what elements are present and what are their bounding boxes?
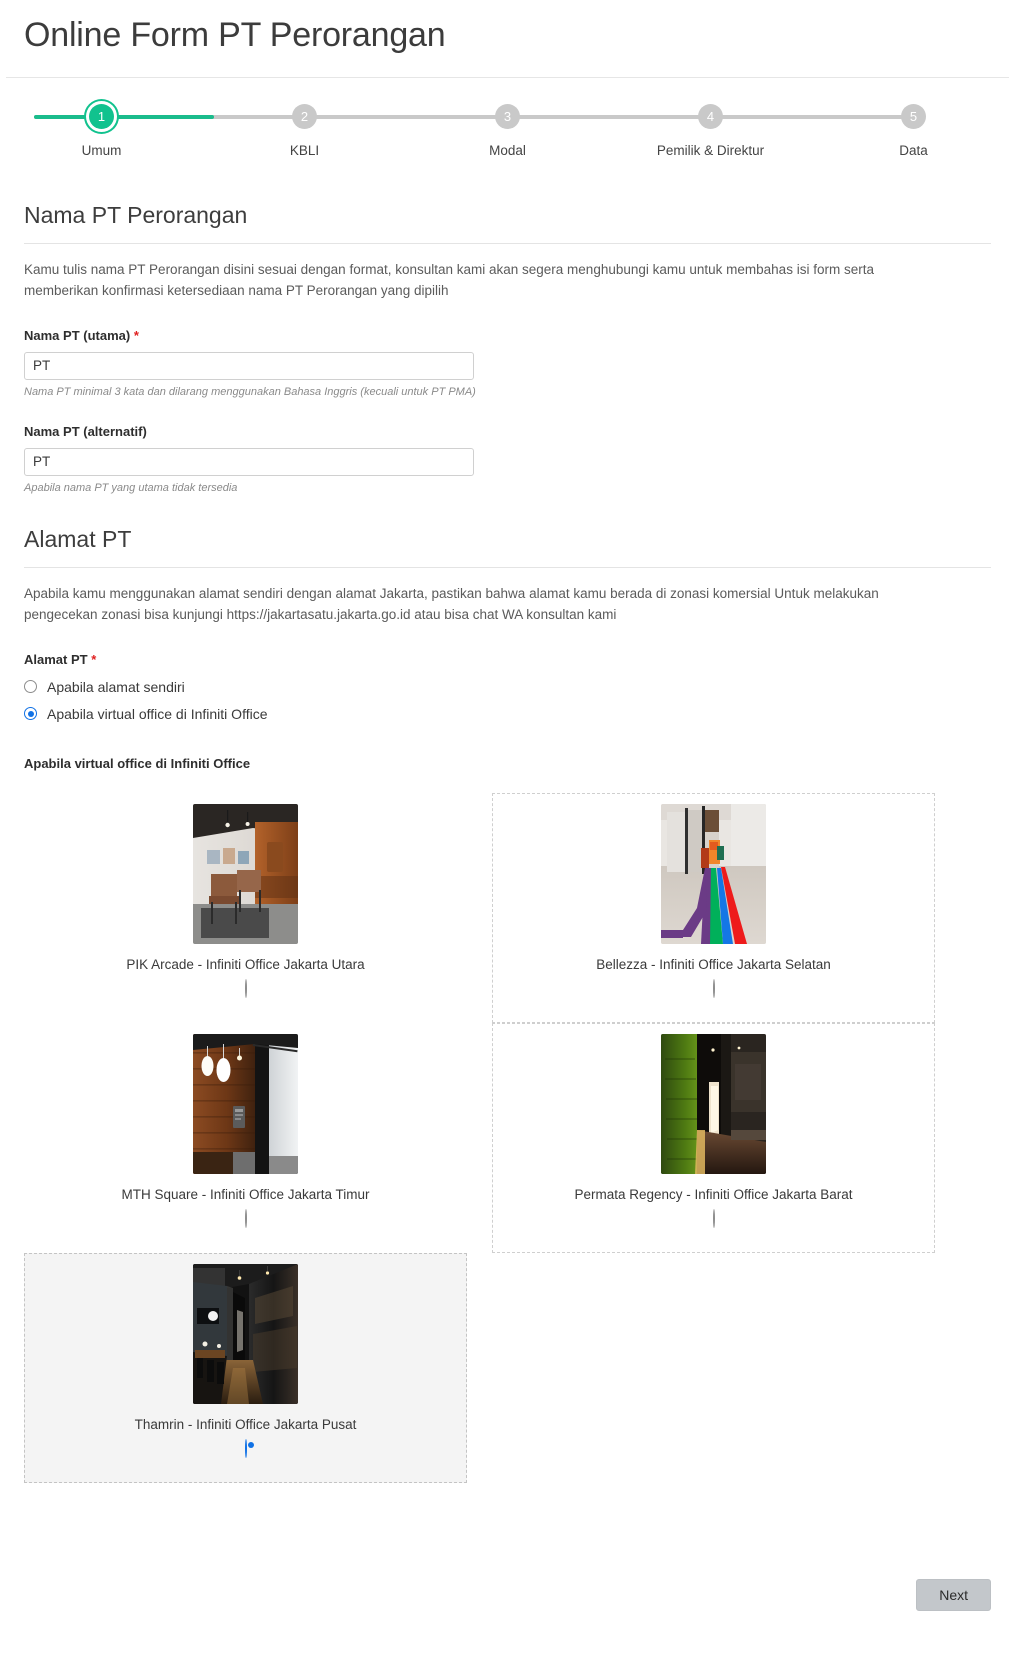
step-2-kbli[interactable]: 2 KBLI	[203, 94, 406, 170]
radio-icon[interactable]	[244, 1208, 247, 1228]
office-option-mth-square[interactable]: MTH Square - Infiniti Office Jakarta Tim…	[24, 1023, 467, 1253]
input-nama-pt-alternatif[interactable]	[24, 447, 474, 476]
radio-icon-checked[interactable]	[24, 707, 37, 721]
step-number: 2	[292, 104, 317, 129]
label-office-picker: Apabila virtual office di Infiniti Offic…	[24, 755, 251, 771]
label-nama-pt-utama: Nama PT (utama) *	[24, 328, 991, 343]
step-number: 1	[89, 104, 114, 129]
field-nama-pt-alternatif: Nama PT (alternatif) Apabila nama PT yan…	[24, 424, 991, 494]
label-alamat-pt: Alamat PT *	[24, 652, 991, 667]
office-option-label: Bellezza - Infiniti Office Jakarta Selat…	[596, 956, 831, 972]
step-1-umum[interactable]: 1 Umum	[0, 94, 203, 170]
radio-icon[interactable]	[244, 978, 247, 998]
section-divider	[24, 243, 991, 244]
field-nama-pt-utama: Nama PT (utama) * Nama PT minimal 3 kata…	[24, 328, 991, 398]
office-option-label: PIK Arcade - Infiniti Office Jakarta Uta…	[126, 956, 365, 972]
office-option-label: Permata Regency - Infiniti Office Jakart…	[574, 1186, 853, 1202]
office-option-radio-wrapper[interactable]	[244, 1438, 247, 1458]
next-button[interactable]: Next	[916, 1578, 991, 1611]
office-thumbnail-thamrin	[193, 1263, 298, 1404]
step-label: Umum	[81, 143, 122, 158]
section-title-nama-pt: Nama PT Perorangan	[24, 202, 248, 228]
radio-option-virtual-office[interactable]: Apabila virtual office di Infiniti Offic…	[24, 706, 991, 722]
field-alamat-pt: Alamat PT * Apabila alamat sendiri Apabi…	[24, 652, 991, 722]
step-5-data[interactable]: 5 Data	[812, 94, 1015, 170]
office-option-bellezza[interactable]: Bellezza - Infiniti Office Jakarta Selat…	[492, 792, 935, 1023]
progress-stepper: 1 Umum 2 KBLI 3 Modal 4 Pemilik & Direkt…	[0, 94, 1015, 170]
section-title-alamat-pt: Alamat PT	[24, 525, 132, 552]
radio-icon[interactable]	[712, 1208, 715, 1228]
label-text: Nama PT (utama)	[24, 327, 131, 343]
step-label: KBLI	[289, 143, 320, 158]
office-thumbnail-mth-square	[193, 1033, 298, 1174]
radio-icon[interactable]	[712, 978, 715, 998]
radio-icon-checked[interactable]	[244, 1438, 247, 1458]
form-page: Online Form PT Perorangan 1 Umum 2 KBLI …	[0, 0, 1015, 1647]
label-nama-pt-alternatif: Nama PT (alternatif)	[24, 423, 147, 439]
step-number: 3	[495, 104, 520, 129]
form-footer: Next	[0, 1578, 1015, 1647]
step-number: 4	[698, 104, 723, 129]
step-4-pemilik-direktur[interactable]: 4 Pemilik & Direktur	[609, 94, 812, 170]
office-option-radio-wrapper[interactable]	[712, 1208, 715, 1228]
label-text: Alamat PT	[24, 651, 88, 667]
step-3-modal[interactable]: 3 Modal	[406, 94, 609, 170]
radio-label: Apabila virtual office di Infiniti Offic…	[47, 705, 268, 722]
office-option-label: MTH Square - Infiniti Office Jakarta Tim…	[121, 1186, 370, 1202]
radio-label: Apabila alamat sendiri	[47, 678, 185, 695]
required-asterisk: *	[91, 651, 97, 667]
office-picker-grid: PIK Arcade - Infiniti Office Jakarta Uta…	[24, 792, 991, 1483]
office-option-radio-wrapper[interactable]	[712, 978, 715, 998]
section-description-nama-pt: Kamu tulis nama PT Perorangan disini ses…	[24, 262, 874, 298]
required-asterisk: *	[133, 327, 139, 343]
step-label: Data	[899, 143, 928, 158]
input-nama-pt-utama[interactable]	[24, 351, 474, 380]
section-description-alamat-pt: Apabila kamu menggunakan alamat sendiri …	[24, 585, 879, 622]
step-label: Pemilik & Direktur	[656, 143, 765, 158]
hint-nama-pt-alternatif: Apabila nama PT yang utama tidak tersedi…	[24, 481, 238, 494]
office-thumbnail-permata-regency	[661, 1033, 766, 1174]
step-number: 5	[901, 104, 926, 129]
office-thumbnail-bellezza	[661, 803, 766, 944]
office-option-thamrin[interactable]: Thamrin - Infiniti Office Jakarta Pusat	[24, 1252, 467, 1483]
section-divider	[24, 566, 991, 568]
radio-option-alamat-sendiri[interactable]: Apabila alamat sendiri	[24, 679, 991, 695]
office-option-radio-wrapper[interactable]	[244, 978, 247, 998]
office-thumbnail-pik-arcade	[193, 803, 298, 944]
office-option-permata-regency[interactable]: Permata Regency - Infiniti Office Jakart…	[492, 1022, 935, 1253]
radio-icon[interactable]	[24, 680, 37, 694]
office-option-pik-arcade[interactable]: PIK Arcade - Infiniti Office Jakarta Uta…	[24, 793, 467, 1023]
hint-nama-pt-utama: Nama PT minimal 3 kata dan dilarang meng…	[24, 385, 476, 398]
page-title: Online Form PT Perorangan	[24, 16, 446, 54]
office-option-label: Thamrin - Infiniti Office Jakarta Pusat	[134, 1416, 357, 1432]
radio-group-alamat-pt: Apabila alamat sendiri Apabila virtual o…	[24, 679, 991, 722]
step-label: Modal	[489, 143, 526, 158]
title-divider	[6, 77, 1009, 78]
office-option-radio-wrapper[interactable]	[244, 1208, 247, 1228]
